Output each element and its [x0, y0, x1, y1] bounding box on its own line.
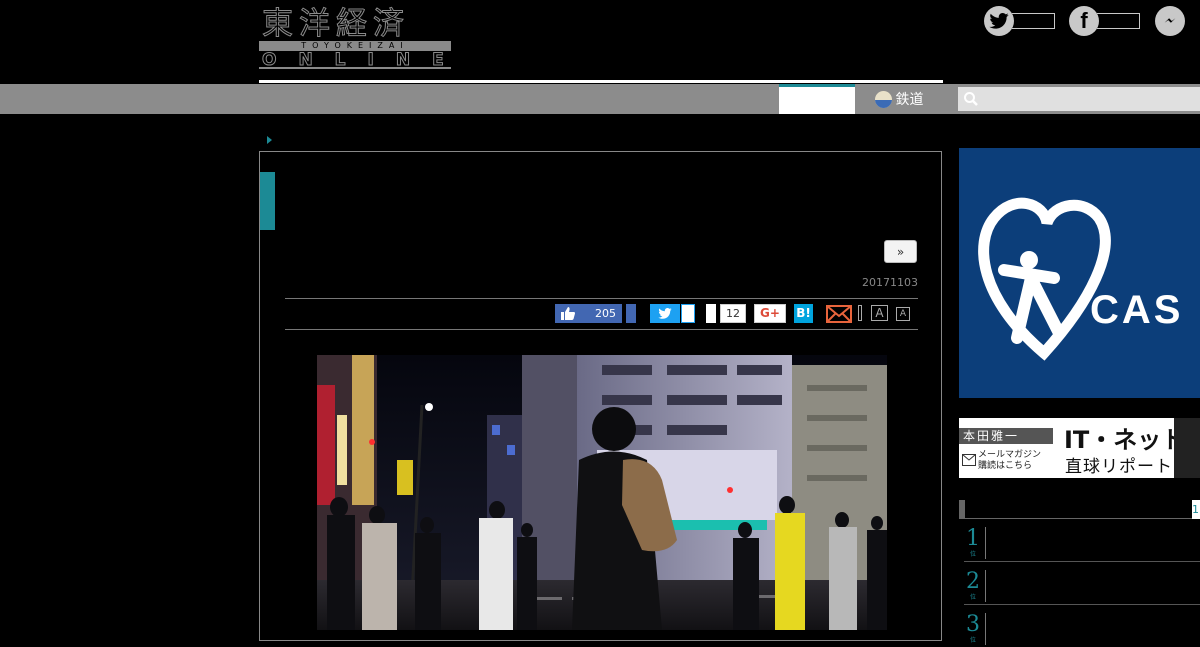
logo-underline — [259, 67, 451, 69]
twitter-count — [1012, 13, 1055, 29]
ranking-number: 2 — [966, 569, 980, 594]
twitter-follow[interactable] — [984, 6, 1055, 36]
ranking-unit: 位 — [970, 551, 977, 558]
ad-banner-it-report[interactable]: 本田雅一 メールマガジン 購読はこちら IT・ネット 直球リポート — [959, 418, 1200, 478]
facebook-icon[interactable]: f — [1069, 6, 1099, 36]
search-input[interactable] — [958, 87, 1200, 111]
messenger-icon[interactable] — [1155, 6, 1185, 36]
search-icon[interactable] — [963, 91, 979, 107]
ad-cas-text: CAS — [1090, 288, 1184, 332]
ad-portrait — [1174, 418, 1200, 478]
ad-title-1: IT・ネット — [1064, 426, 1186, 454]
like-count: 205 — [595, 307, 616, 320]
twitter-icon — [658, 308, 672, 319]
ranking-item[interactable]: 3 位 — [964, 611, 1200, 647]
share-rule-bottom — [285, 329, 918, 330]
nav-tab-railway-label: 鉄道 — [895, 92, 924, 108]
share-count-box — [706, 304, 716, 323]
ranking-item[interactable]: 2 位 — [964, 568, 1200, 605]
ranking-unit: 位 — [970, 594, 977, 601]
facebook-count — [1097, 13, 1140, 29]
night-street-photo — [317, 355, 887, 630]
messenger-follow[interactable] — [1155, 6, 1185, 36]
tweet-button[interactable] — [650, 304, 680, 323]
thumbs-up-icon — [561, 307, 575, 320]
google-plus-button[interactable]: G+ — [754, 304, 786, 323]
hatena-bookmark-button[interactable]: B! — [794, 304, 813, 323]
ad-mail-label: メールマガジン — [978, 450, 1042, 460]
font-large-button[interactable]: A — [871, 305, 888, 321]
ranking-number: 3 — [966, 612, 980, 637]
ranking-item[interactable]: 1 位 — [964, 525, 1200, 562]
nav-tab-active[interactable] — [779, 84, 855, 114]
facebook-like-button[interactable]: 205 — [555, 304, 622, 323]
twitter-icon[interactable] — [984, 6, 1014, 36]
facebook-share-button[interactable] — [626, 304, 636, 323]
next-page-button[interactable]: » — [884, 240, 917, 263]
cas-logo-icon — [978, 197, 1111, 361]
ad-mail-sub: 購読はこちら — [978, 461, 1033, 471]
category-marker — [260, 172, 275, 230]
header-rule — [259, 80, 943, 83]
mail-icon[interactable] — [826, 305, 852, 323]
font-size-divider — [858, 305, 862, 321]
tweet-count — [681, 304, 695, 323]
breadcrumb-arrow-icon — [267, 136, 272, 144]
comment-count[interactable]: 12 — [720, 304, 746, 323]
ranking-number: 1 — [966, 526, 980, 551]
ranking-unit: 位 — [970, 637, 977, 644]
share-rule-top — [285, 298, 918, 299]
ad-title-2: 直球リポート — [1065, 457, 1173, 477]
train-icon — [874, 90, 892, 108]
ad-author: 本田雅一 — [959, 428, 1053, 444]
article-date: 20171103 — [862, 276, 918, 289]
ad-banner-cas[interactable]: CAS — [959, 148, 1200, 398]
facebook-follow[interactable]: f — [1069, 6, 1140, 36]
ranking-tab[interactable]: 1 — [1192, 500, 1200, 519]
ranking-header: 1 — [959, 500, 1200, 519]
mail-icon — [962, 454, 976, 466]
font-small-button[interactable]: A — [896, 307, 910, 321]
article-hero-image — [317, 355, 887, 630]
nav-tab-railway[interactable]: 鉄道 — [855, 84, 943, 114]
site-logo[interactable]: 東洋経済 — [262, 5, 410, 43]
